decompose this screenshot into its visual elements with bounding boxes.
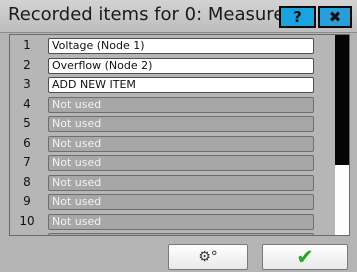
list-row[interactable]: 1 Voltage (Node 1) — [10, 37, 332, 56]
list-row[interactable]: 3 ADD NEW ITEM — [10, 76, 332, 95]
checkmark-icon: ✔ — [296, 245, 314, 269]
ok-button[interactable]: ✔ — [262, 244, 348, 270]
scrollbar[interactable] — [335, 35, 349, 235]
row-number: 8 — [23, 174, 31, 189]
item-field[interactable]: Not used — [48, 96, 314, 113]
close-button[interactable]: ✖ — [318, 6, 352, 28]
title-bar: Recorded items for 0: Measurement ? ✖ — [0, 0, 357, 33]
item-field[interactable]: Overflow (Node 2) — [48, 57, 314, 74]
item-field[interactable]: Not used — [48, 116, 314, 132]
row-number: 1 — [23, 38, 31, 52]
item-field[interactable]: Not used — [48, 135, 314, 152]
row-number: 7 — [23, 155, 31, 169]
row-number: 10 — [19, 213, 35, 228]
list-row[interactable]: 7 Not used — [10, 154, 332, 173]
item-field[interactable]: ADD NEW ITEM — [48, 77, 314, 93]
row-number: 4 — [23, 96, 31, 111]
list-row[interactable]: 8 Not used — [10, 174, 332, 193]
row-number: 5 — [23, 116, 31, 130]
list-row[interactable]: 11 Not used — [10, 232, 332, 235]
row-number: 3 — [23, 77, 31, 91]
row-number: 6 — [23, 135, 31, 150]
row-number: 2 — [23, 57, 31, 72]
footer-bar: ⚙° ✔ — [0, 237, 357, 272]
item-field[interactable]: Not used — [48, 213, 314, 230]
recorded-items-panel: 1 Voltage (Node 1) 2 Overflow (Node 2) 3 ADD … — [9, 34, 350, 236]
item-field[interactable]: Not used — [48, 174, 314, 191]
list-row[interactable]: 6 Not used — [10, 135, 332, 154]
item-field[interactable]: Not used — [48, 194, 314, 210]
list-row[interactable]: 5 Not used — [10, 115, 332, 134]
list-row[interactable]: 2 Overflow (Node 2) — [10, 57, 332, 76]
list-row[interactable]: 9 Not used — [10, 193, 332, 212]
list-row[interactable]: 4 Not used — [10, 96, 332, 115]
settings-button[interactable]: ⚙° — [168, 244, 248, 270]
window-title: Recorded items for 0: Measurement — [8, 4, 280, 25]
row-number: 9 — [23, 194, 31, 208]
row-number: 11 — [12, 233, 42, 235]
help-button[interactable]: ? — [279, 6, 316, 28]
item-field[interactable]: Not used — [48, 233, 314, 235]
item-field[interactable]: Not used — [48, 155, 314, 171]
item-field[interactable]: Voltage (Node 1) — [48, 38, 314, 54]
gears-icon: ⚙° — [198, 249, 218, 265]
scrollbar-thumb[interactable] — [335, 35, 349, 165]
list-row[interactable]: 10 Not used — [10, 213, 332, 232]
